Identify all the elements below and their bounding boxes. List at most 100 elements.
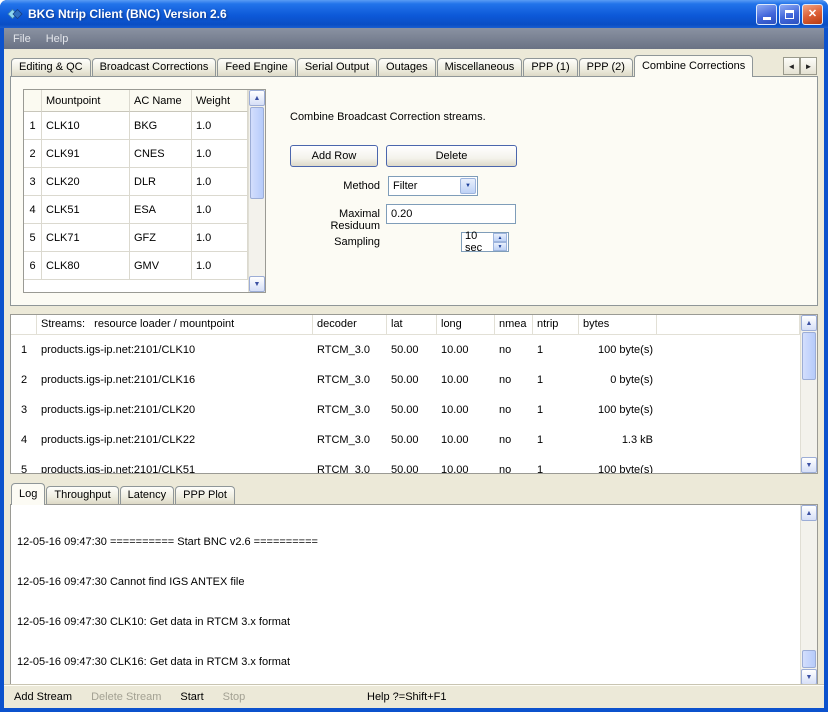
scroll-down-button[interactable]: ▼ (249, 276, 265, 292)
cell-nmea[interactable]: no (495, 365, 533, 395)
table-row[interactable]: 5 CLK71 GFZ 1.0 (24, 224, 248, 252)
cell-mountpoint[interactable]: CLK51 (42, 196, 130, 224)
cell-decoder[interactable]: RTCM_3.0 (313, 455, 387, 473)
cell-long[interactable]: 10.00 (437, 365, 495, 395)
table-row[interactable]: 6 CLK80 GMV 1.0 (24, 252, 248, 280)
cell-mountpoint[interactable]: CLK80 (42, 252, 130, 280)
cell-ac-name[interactable]: GFZ (130, 224, 192, 252)
scroll-up-button[interactable]: ▲ (249, 90, 265, 106)
table-row[interactable]: 4 CLK51 ESA 1.0 (24, 196, 248, 224)
cell-stream[interactable]: products.igs-ip.net:2101/CLK22 (37, 425, 313, 455)
stop-button[interactable]: Stop (223, 691, 246, 703)
maximize-button[interactable] (779, 4, 800, 25)
tab-log[interactable]: Log (11, 483, 45, 505)
cell-long[interactable]: 10.00 (437, 455, 495, 473)
cell-decoder[interactable]: RTCM_3.0 (313, 395, 387, 425)
cell-ac-name[interactable]: BKG (130, 112, 192, 140)
cell-ntrip[interactable]: 1 (533, 455, 579, 473)
stream-row[interactable]: 4 products.igs-ip.net:2101/CLK22 RTCM_3.… (11, 425, 800, 455)
method-dropdown[interactable]: Filter ▼ (388, 176, 478, 196)
add-stream-button[interactable]: Add Stream (14, 691, 72, 703)
cell-lat[interactable]: 50.00 (387, 455, 437, 473)
tab-miscellaneous[interactable]: Miscellaneous (437, 58, 523, 76)
tab-broadcast-corrections[interactable]: Broadcast Corrections (92, 58, 217, 76)
cell-bytes[interactable]: 100 byte(s) (579, 335, 657, 365)
scroll-track[interactable] (801, 331, 817, 457)
cell-long[interactable]: 10.00 (437, 335, 495, 365)
cell-weight[interactable]: 1.0 (192, 168, 248, 196)
cell-bytes[interactable]: 100 byte(s) (579, 395, 657, 425)
stream-row[interactable]: 3 products.igs-ip.net:2101/CLK20 RTCM_3.… (11, 395, 800, 425)
cell-bytes[interactable]: 100 byte(s) (579, 455, 657, 473)
cell-ac-name[interactable]: CNES (130, 140, 192, 168)
tab-latency[interactable]: Latency (120, 486, 175, 504)
cell-decoder[interactable]: RTCM_3.0 (313, 425, 387, 455)
minimize-button[interactable] (756, 4, 777, 25)
cell-ac-name[interactable]: GMV (130, 252, 192, 280)
table-row[interactable]: 1 CLK10 BKG 1.0 (24, 112, 248, 140)
cell-mountpoint[interactable]: CLK20 (42, 168, 130, 196)
cell-ntrip[interactable]: 1 (533, 335, 579, 365)
tab-ppp-2[interactable]: PPP (2) (579, 58, 633, 76)
cell-lat[interactable]: 50.00 (387, 335, 437, 365)
maximal-residuum-input[interactable] (386, 204, 516, 224)
scroll-thumb[interactable] (802, 332, 816, 380)
cell-ac-name[interactable]: DLR (130, 168, 192, 196)
delete-button[interactable]: Delete (386, 145, 517, 167)
tab-editing-qc[interactable]: Editing & QC (11, 58, 91, 76)
tab-outages[interactable]: Outages (378, 58, 436, 76)
close-button[interactable]: ✕ (802, 4, 823, 25)
tab-ppp-1[interactable]: PPP (1) (523, 58, 577, 76)
cell-decoder[interactable]: RTCM_3.0 (313, 365, 387, 395)
cell-ntrip[interactable]: 1 (533, 365, 579, 395)
cell-long[interactable]: 10.00 (437, 395, 495, 425)
dropdown-arrow-button[interactable]: ▼ (460, 178, 476, 194)
stream-row[interactable]: 5 products.igs-ip.net:2101/CLK51 RTCM_3.… (11, 455, 800, 473)
cell-bytes[interactable]: 0 byte(s) (579, 365, 657, 395)
tab-throughput[interactable]: Throughput (46, 486, 118, 504)
scroll-down-button[interactable]: ▼ (801, 457, 817, 473)
scroll-thumb[interactable] (802, 650, 816, 668)
cell-weight[interactable]: 1.0 (192, 112, 248, 140)
cell-mountpoint[interactable]: CLK71 (42, 224, 130, 252)
cell-stream[interactable]: products.igs-ip.net:2101/CLK20 (37, 395, 313, 425)
cell-mountpoint[interactable]: CLK91 (42, 140, 130, 168)
tab-scroll-left-button[interactable]: ◄ (783, 57, 800, 75)
titlebar[interactable]: BKG Ntrip Client (BNC) Version 2.6 ✕ (0, 0, 828, 28)
stream-row[interactable]: 2 products.igs-ip.net:2101/CLK16 RTCM_3.… (11, 365, 800, 395)
cell-weight[interactable]: 1.0 (192, 196, 248, 224)
cell-stream[interactable]: products.igs-ip.net:2101/CLK16 (37, 365, 313, 395)
add-row-button[interactable]: Add Row (290, 145, 378, 167)
scroll-up-button[interactable]: ▲ (801, 315, 817, 331)
tab-combine-corrections[interactable]: Combine Corrections (634, 55, 753, 77)
stream-row[interactable]: 1 products.igs-ip.net:2101/CLK10 RTCM_3.… (11, 335, 800, 365)
scroll-track[interactable] (249, 106, 265, 276)
scroll-track[interactable] (801, 521, 817, 669)
start-button[interactable]: Start (180, 691, 203, 703)
cell-ntrip[interactable]: 1 (533, 425, 579, 455)
cell-nmea[interactable]: no (495, 335, 533, 365)
cell-bytes[interactable]: 1.3 kB (579, 425, 657, 455)
delete-stream-button[interactable]: Delete Stream (91, 691, 161, 703)
scroll-down-button[interactable]: ▼ (801, 669, 817, 684)
cell-lat[interactable]: 50.00 (387, 365, 437, 395)
cell-ntrip[interactable]: 1 (533, 395, 579, 425)
cell-weight[interactable]: 1.0 (192, 224, 248, 252)
scroll-up-button[interactable]: ▲ (801, 505, 817, 521)
table-row[interactable]: 2 CLK91 CNES 1.0 (24, 140, 248, 168)
cell-nmea[interactable]: no (495, 455, 533, 473)
spin-up-button[interactable]: ▲ (493, 233, 507, 242)
menu-help[interactable]: Help (46, 33, 69, 45)
cell-weight[interactable]: 1.0 (192, 140, 248, 168)
sampling-spinner[interactable]: 10 sec ▲ ▼ (461, 232, 509, 252)
cell-lat[interactable]: 50.00 (387, 425, 437, 455)
cell-lat[interactable]: 50.00 (387, 395, 437, 425)
cell-nmea[interactable]: no (495, 425, 533, 455)
cell-ac-name[interactable]: ESA (130, 196, 192, 224)
tab-feed-engine[interactable]: Feed Engine (217, 58, 295, 76)
cell-nmea[interactable]: no (495, 395, 533, 425)
cell-mountpoint[interactable]: CLK10 (42, 112, 130, 140)
tab-scroll-right-button[interactable]: ► (800, 57, 817, 75)
scroll-thumb[interactable] (250, 107, 264, 199)
tab-ppp-plot[interactable]: PPP Plot (175, 486, 235, 504)
